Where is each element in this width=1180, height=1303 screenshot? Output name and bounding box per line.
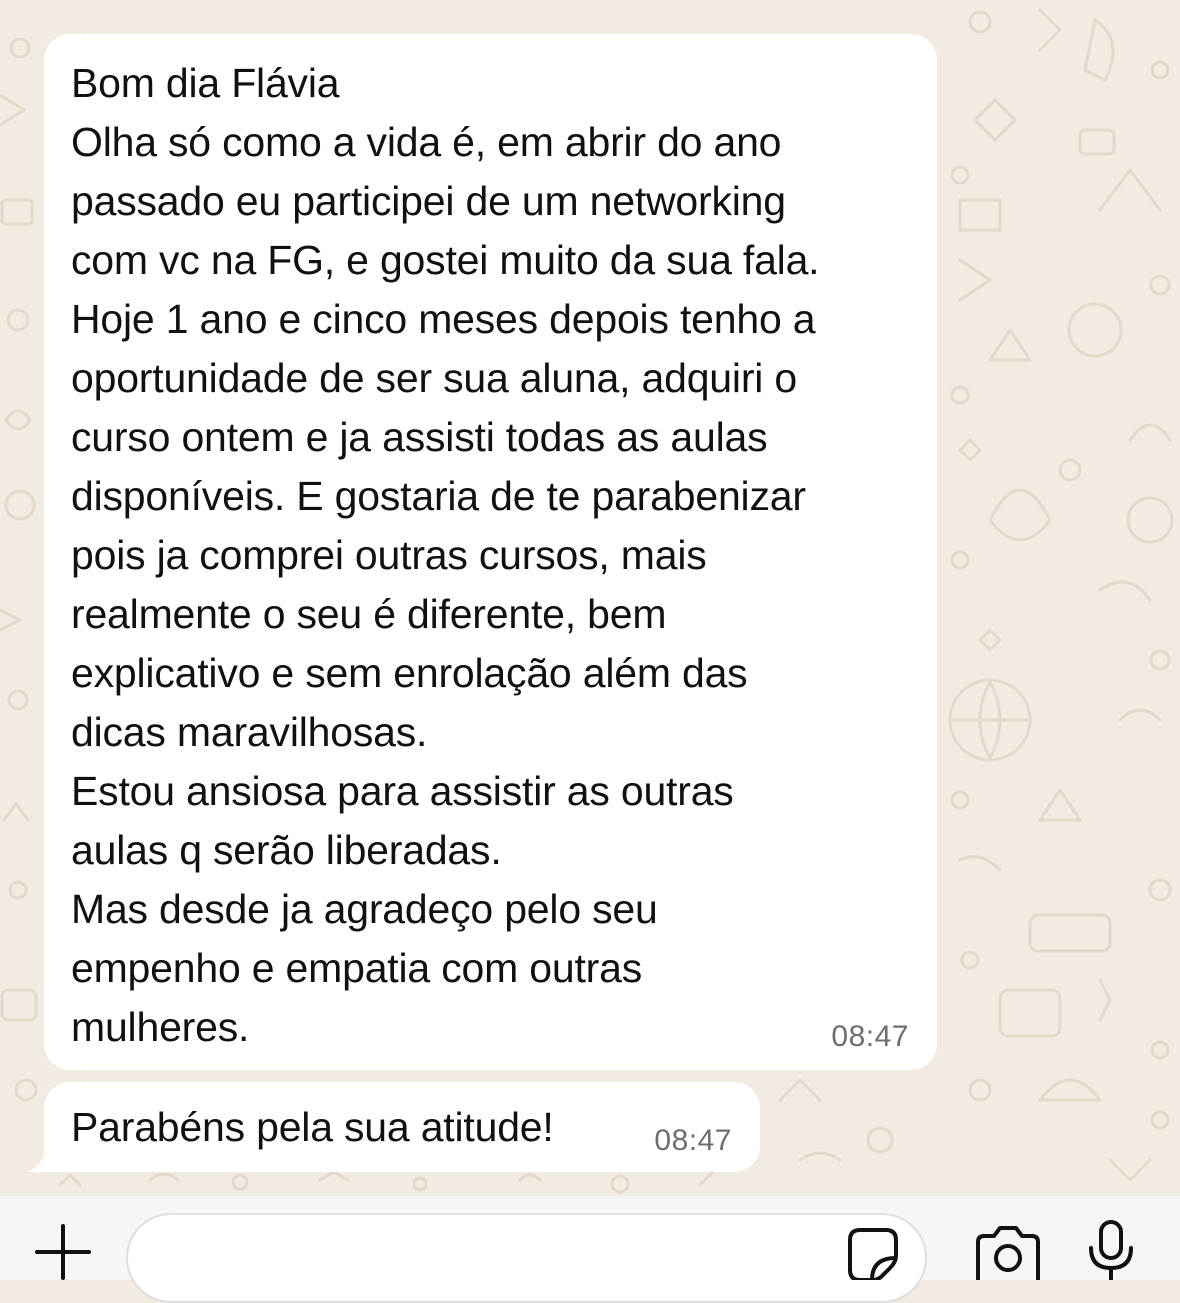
voice-message-button[interactable] bbox=[1080, 1218, 1142, 1280]
message-text: Bom dia Flávia Olha só como a vida é, em… bbox=[71, 60, 820, 1050]
message-input[interactable] bbox=[126, 1213, 927, 1303]
attach-button[interactable] bbox=[30, 1224, 96, 1280]
message-timestamp: 08:47 bbox=[654, 1124, 732, 1157]
message-timestamp: 08:47 bbox=[831, 1020, 909, 1053]
message-bubble[interactable]: Bom dia Flávia Olha só como a vida é, em… bbox=[44, 34, 937, 1070]
plus-icon bbox=[35, 1224, 91, 1280]
sticker-button[interactable] bbox=[842, 1226, 904, 1282]
camera-icon bbox=[976, 1226, 1040, 1280]
message-bubble[interactable]: Parabéns pela sua atitude! 08:47 bbox=[44, 1082, 760, 1172]
microphone-icon bbox=[1089, 1220, 1133, 1280]
sticker-icon bbox=[848, 1228, 898, 1282]
camera-button[interactable] bbox=[972, 1222, 1044, 1280]
